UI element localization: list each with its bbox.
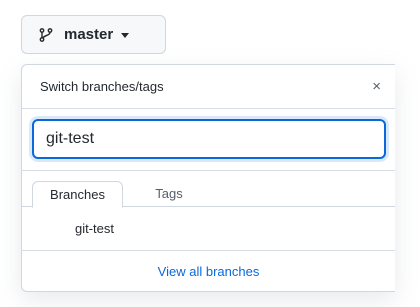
branch-list: git-test — [22, 207, 395, 251]
dropdown-title: Switch branches/tags — [40, 79, 164, 94]
tab-branches[interactable]: Branches — [32, 181, 123, 208]
chevron-down-icon — [121, 33, 130, 38]
filter-container — [22, 109, 395, 171]
dropdown-header: Switch branches/tags × — [22, 65, 395, 109]
git-branch-icon — [38, 27, 54, 43]
dropdown-footer: View all branches — [22, 251, 395, 291]
branch-dropdown: Switch branches/tags × Branches Tags git… — [21, 64, 395, 292]
branch-filter-input[interactable] — [32, 119, 386, 159]
view-all-branches-link[interactable]: View all branches — [158, 264, 260, 279]
current-branch-label: master — [64, 26, 114, 43]
branch-select-button[interactable]: master — [21, 15, 166, 54]
tab-bar: Branches Tags — [22, 171, 395, 208]
close-icon[interactable]: × — [372, 79, 381, 94]
tab-tags[interactable]: Tags — [139, 181, 199, 208]
list-item-branch[interactable]: git-test — [22, 221, 114, 236]
